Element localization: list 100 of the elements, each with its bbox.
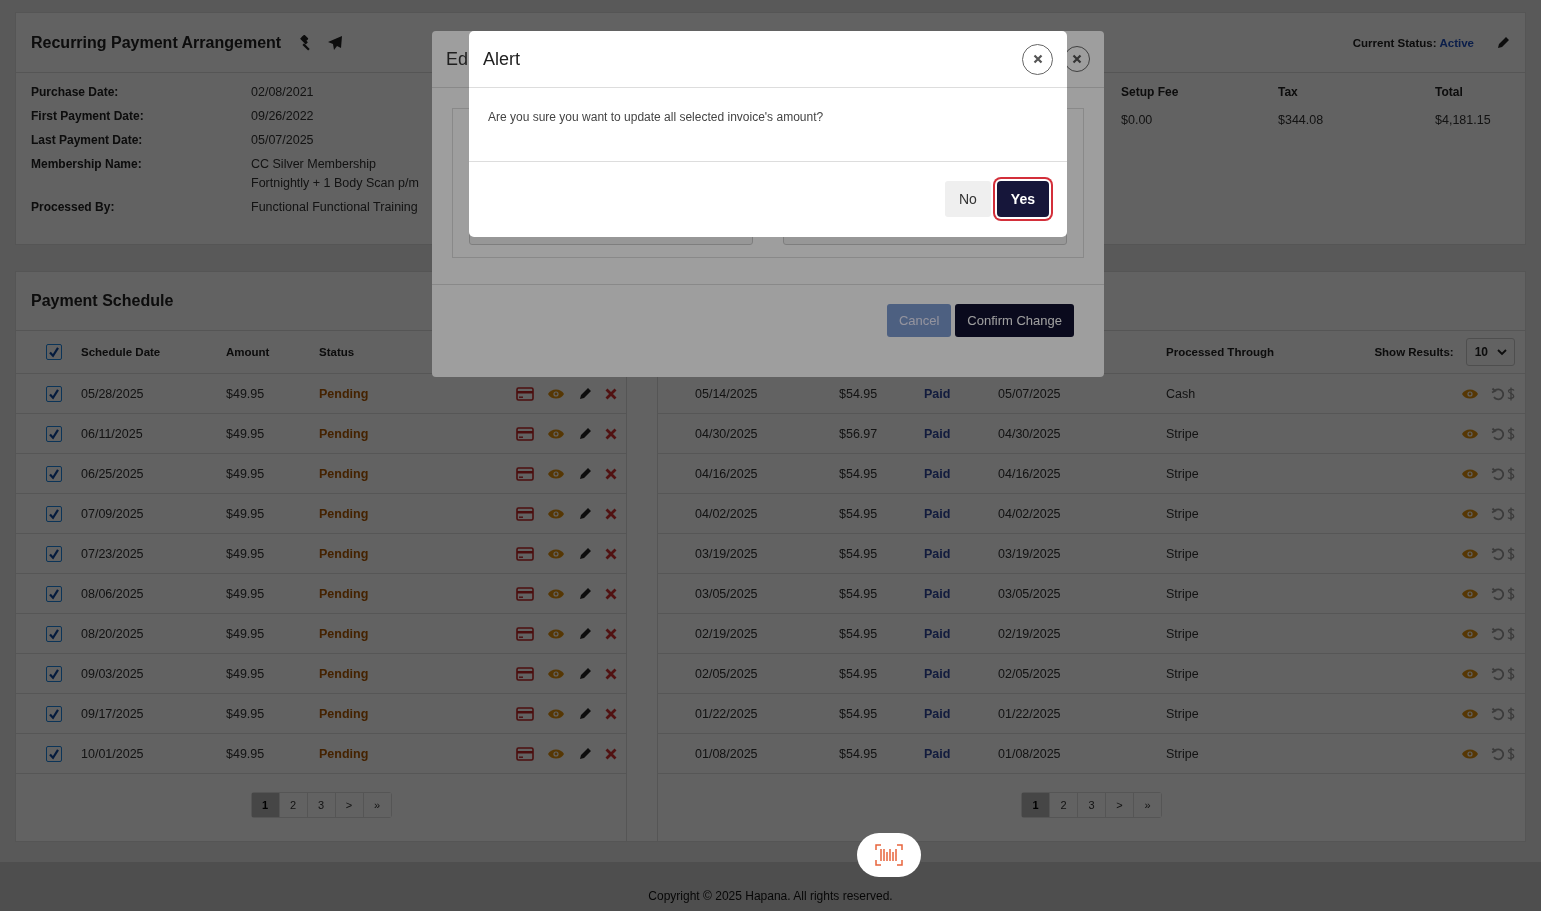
eye-icon[interactable] bbox=[547, 707, 565, 720]
eye-icon[interactable] bbox=[547, 427, 565, 440]
checkbox[interactable] bbox=[45, 585, 62, 602]
pencil-icon[interactable] bbox=[578, 666, 592, 681]
dollar-icon[interactable] bbox=[1507, 666, 1515, 681]
undo-icon[interactable] bbox=[1491, 546, 1505, 561]
pencil-icon[interactable] bbox=[578, 706, 592, 721]
undo-icon[interactable] bbox=[1491, 466, 1505, 481]
checkbox[interactable] bbox=[45, 545, 62, 562]
pencil-icon[interactable] bbox=[578, 386, 592, 401]
show-results-select[interactable]: 10 bbox=[1465, 338, 1515, 366]
eye-icon[interactable] bbox=[547, 747, 565, 760]
credit-card-icon[interactable] bbox=[516, 466, 534, 481]
table-cell: 01/22/2025 bbox=[998, 706, 1061, 721]
credit-card-icon[interactable] bbox=[516, 426, 534, 441]
undo-icon[interactable] bbox=[1491, 666, 1505, 681]
credit-card-icon[interactable] bbox=[516, 546, 534, 561]
dialog-button[interactable]: Cancel bbox=[886, 304, 952, 337]
undo-icon[interactable] bbox=[1491, 626, 1505, 641]
pencil-icon[interactable] bbox=[1496, 35, 1510, 50]
checkbox[interactable] bbox=[45, 625, 62, 642]
credit-card-icon[interactable] bbox=[516, 386, 534, 401]
eye-icon[interactable] bbox=[1461, 667, 1479, 680]
credit-card-icon[interactable] bbox=[516, 626, 534, 641]
credit-card-icon[interactable] bbox=[516, 706, 534, 721]
checkbox[interactable] bbox=[45, 505, 62, 522]
credit-card-icon[interactable] bbox=[516, 506, 534, 521]
delete-icon[interactable] bbox=[605, 747, 617, 760]
dollar-icon[interactable] bbox=[1507, 466, 1515, 481]
checkbox[interactable] bbox=[45, 385, 62, 402]
checkbox[interactable] bbox=[45, 465, 62, 482]
delete-icon[interactable] bbox=[605, 467, 617, 480]
dollar-icon[interactable] bbox=[1507, 626, 1515, 641]
undo-icon[interactable] bbox=[1491, 586, 1505, 601]
undo-icon[interactable] bbox=[1491, 506, 1505, 521]
eye-icon[interactable] bbox=[1461, 747, 1479, 760]
dollar-icon[interactable] bbox=[1507, 426, 1515, 441]
barcode-icon bbox=[875, 844, 903, 866]
dollar-icon[interactable] bbox=[1507, 506, 1515, 521]
undo-icon[interactable] bbox=[1491, 386, 1505, 401]
delete-icon[interactable] bbox=[605, 627, 617, 640]
eye-icon[interactable] bbox=[1461, 507, 1479, 520]
page-button[interactable]: 1 bbox=[1022, 793, 1050, 817]
paper-plane-icon[interactable] bbox=[327, 34, 344, 51]
dialog-button[interactable]: Confirm Change bbox=[955, 304, 1074, 337]
fee-value: $344.08 bbox=[1278, 113, 1325, 127]
eye-icon[interactable] bbox=[1461, 547, 1479, 560]
eye-icon[interactable] bbox=[1461, 427, 1479, 440]
table-cell: 07/09/2025 bbox=[81, 506, 144, 521]
checkbox[interactable] bbox=[45, 745, 62, 762]
table-cell: 10/01/2025 bbox=[81, 746, 144, 761]
eye-icon[interactable] bbox=[547, 547, 565, 560]
credit-card-icon[interactable] bbox=[516, 586, 534, 601]
pencil-icon[interactable] bbox=[578, 586, 592, 601]
dollar-icon[interactable] bbox=[1507, 386, 1515, 401]
pencil-icon[interactable] bbox=[578, 546, 592, 561]
pencil-icon[interactable] bbox=[578, 426, 592, 441]
eye-icon[interactable] bbox=[547, 387, 565, 400]
table-cell: 03/19/2025 bbox=[998, 546, 1061, 561]
checkmark-icon bbox=[47, 627, 60, 640]
delete-icon[interactable] bbox=[605, 667, 617, 680]
delete-icon[interactable] bbox=[605, 707, 617, 720]
undo-icon[interactable] bbox=[1491, 426, 1505, 441]
delete-icon[interactable] bbox=[605, 387, 617, 400]
fee-value: $0.00 bbox=[1121, 113, 1154, 127]
eye-icon[interactable] bbox=[547, 467, 565, 480]
delete-icon[interactable] bbox=[605, 507, 617, 520]
eye-icon[interactable] bbox=[1461, 627, 1479, 640]
pencil-icon[interactable] bbox=[578, 466, 592, 481]
eye-icon[interactable] bbox=[1461, 467, 1479, 480]
dollar-icon[interactable] bbox=[1507, 586, 1515, 601]
undo-icon[interactable] bbox=[1491, 706, 1505, 721]
delete-icon[interactable] bbox=[605, 587, 617, 600]
page-button[interactable]: 1 bbox=[251, 793, 280, 817]
delete-icon[interactable] bbox=[605, 547, 617, 560]
dollar-icon[interactable] bbox=[1507, 746, 1515, 761]
delete-icon[interactable] bbox=[605, 427, 617, 440]
checkbox[interactable] bbox=[45, 705, 62, 722]
dollar-icon[interactable] bbox=[1507, 706, 1515, 721]
dollar-icon[interactable] bbox=[1507, 546, 1515, 561]
pencil-icon[interactable] bbox=[578, 506, 592, 521]
pencil-icon[interactable] bbox=[578, 746, 592, 761]
eye-icon[interactable] bbox=[547, 587, 565, 600]
undo-icon[interactable] bbox=[1491, 746, 1505, 761]
pencil-icon[interactable] bbox=[578, 626, 592, 641]
table-cell: $49.95 bbox=[226, 466, 265, 481]
checkmark-icon bbox=[47, 507, 60, 520]
eye-icon[interactable] bbox=[547, 507, 565, 520]
dialog-button[interactable]: No bbox=[944, 181, 991, 217]
eye-icon[interactable] bbox=[1461, 587, 1479, 600]
credit-card-icon[interactable] bbox=[516, 746, 534, 761]
eye-icon[interactable] bbox=[547, 667, 565, 680]
credit-card-icon[interactable] bbox=[516, 666, 534, 681]
eye-icon[interactable] bbox=[1461, 387, 1479, 400]
checkbox[interactable] bbox=[45, 344, 62, 360]
eye-icon[interactable] bbox=[1461, 707, 1479, 720]
checkbox[interactable] bbox=[45, 425, 62, 442]
checkbox[interactable] bbox=[45, 665, 62, 682]
eye-icon[interactable] bbox=[547, 627, 565, 640]
close-button[interactable] bbox=[1022, 43, 1053, 75]
